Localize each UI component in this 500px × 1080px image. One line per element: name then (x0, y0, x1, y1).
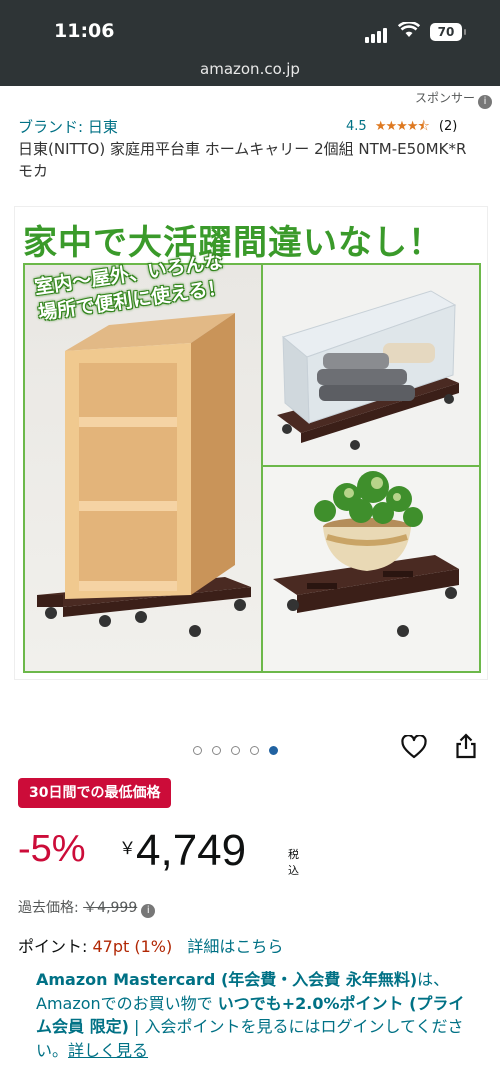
carousel-dot[interactable] (231, 746, 240, 755)
points-row: ポイント: 47pt (1%) 詳細はこちら (18, 933, 283, 957)
url-bar[interactable]: amazon.co.jp (0, 58, 500, 86)
rating-summary[interactable]: 4.5 ★★★★⯪ (2) (346, 117, 457, 139)
info-icon[interactable]: i (478, 95, 492, 109)
plant-photo (263, 467, 479, 671)
past-price-value: ￥4,999 (83, 900, 138, 916)
points-value: 47pt (92, 937, 130, 956)
star-rating-icon: ★★★★⯪ (374, 119, 430, 134)
past-price-label: 過去価格: (18, 900, 79, 916)
product-image[interactable]: 家中で大活躍間違いなし！ 室内～屋外、いろんな 場所で便利に使える！ (14, 206, 488, 680)
product-title[interactable]: 日東(NITTO) 家庭用平台車 ホームキャリー 2個組 NTM-E50MK*R… (18, 138, 478, 182)
status-time: 11:06 (54, 20, 115, 42)
image-banner: 家中で大活躍間違いなし！ (23, 223, 443, 263)
carousel-dot[interactable] (212, 746, 221, 755)
wifi-icon (397, 20, 421, 42)
carousel-dot[interactable] (193, 746, 202, 755)
discount-percent: -5% (18, 828, 86, 870)
share-icon[interactable] (455, 733, 477, 763)
carousel-dot-active[interactable] (269, 746, 278, 755)
brand-link[interactable]: ブランド: 日東 (18, 116, 118, 137)
deal-badge: 30日間での最低価格 (18, 778, 172, 808)
cellular-signal-icon (365, 24, 389, 43)
url-text: amazon.co.jp (200, 60, 300, 78)
storage-box-photo (263, 265, 479, 467)
points-percent: (1%) (134, 937, 173, 956)
sponsored-text: スポンサー (414, 91, 475, 105)
currency-symbol: ￥ (119, 839, 136, 859)
points-details-link[interactable]: 詳細はこちら (187, 937, 283, 956)
rating-count: (2) (438, 119, 458, 134)
carousel-dot[interactable] (250, 746, 259, 755)
battery-icon: 70 (430, 23, 466, 41)
status-bar: 11:06 70 (0, 0, 500, 58)
shelf-photo: 室内～屋外、いろんな 場所で便利に使える！ (25, 251, 263, 671)
carousel-dots[interactable] (193, 740, 288, 759)
tax-note: 税込 (288, 848, 299, 877)
heart-icon[interactable] (401, 734, 427, 763)
info-icon[interactable]: i (141, 904, 156, 918)
past-price: 過去価格: ￥4,999 i (18, 897, 156, 918)
mastercard-promo[interactable]: Amazon Mastercard (年会費・入会費 永年無料)は、Amazon… (36, 968, 466, 1062)
sponsored-label[interactable]: スポンサー i (415, 89, 492, 109)
photo-collage: 室内～屋外、いろんな 場所で便利に使える！ (23, 251, 481, 673)
mastercard-details-link[interactable]: 詳しく見る (68, 1041, 148, 1060)
mastercard-name[interactable]: Amazon Mastercard (年会費・入会費 永年無料) (36, 970, 417, 989)
price-amount: 4,749 (136, 826, 247, 875)
points-label: ポイント: (18, 937, 93, 956)
rating-value: 4.5 (346, 119, 367, 134)
